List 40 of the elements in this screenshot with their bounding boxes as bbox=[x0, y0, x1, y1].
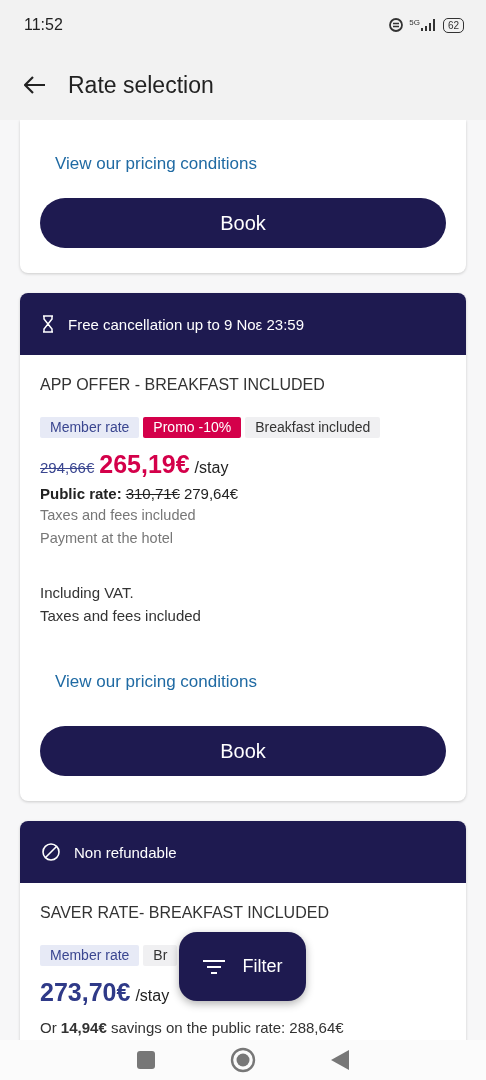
page-title: Rate selection bbox=[68, 71, 214, 99]
rate-title: SAVER RATE- BREAKFAST INCLUDED bbox=[40, 903, 330, 923]
price-unit: /stay bbox=[135, 986, 170, 1006]
prohibited-icon bbox=[42, 843, 60, 861]
banner-text: Free cancellation up to 9 Νοε 23:59 bbox=[68, 315, 304, 333]
banner-text: Non refundable bbox=[74, 843, 177, 861]
rate-tag: Member rate bbox=[40, 417, 140, 438]
rate-tag: Breakfast included bbox=[245, 417, 381, 438]
recents-icon[interactable] bbox=[137, 1051, 156, 1069]
rate-tag: Promo -10% bbox=[143, 417, 242, 438]
rate-tag: Member rate bbox=[40, 945, 140, 966]
book-button[interactable]: Book bbox=[40, 726, 446, 776]
price-unit: /stay bbox=[194, 458, 229, 478]
dnd-icon bbox=[389, 18, 404, 32]
filter-button[interactable]: Filter bbox=[179, 932, 306, 1001]
public-old-price: 310,71€ bbox=[125, 484, 180, 504]
pricing-conditions-link[interactable]: View our pricing conditions bbox=[55, 671, 257, 693]
vat-note: Including VAT. bbox=[40, 583, 135, 603]
savings-text: Or 14,94€ savings on the public rate: 288,64€ bbox=[40, 1018, 345, 1038]
back-arrow-icon[interactable] bbox=[24, 76, 46, 94]
status-time: 11:52 bbox=[24, 16, 63, 34]
hourglass-icon bbox=[42, 315, 54, 333]
rate-note: Payment at the hotel bbox=[40, 529, 174, 548]
network-type: 5G bbox=[409, 19, 420, 27]
signal-icon bbox=[420, 19, 437, 31]
price: 273,70€ bbox=[40, 977, 131, 1008]
old-price: 294,66€ bbox=[40, 458, 95, 478]
public-price: 279,64€ bbox=[183, 484, 239, 504]
rate-note: Taxes and fees included bbox=[40, 506, 197, 525]
rate-title: APP OFFER - BREAKFAST INCLUDED bbox=[40, 375, 326, 395]
filter-icon bbox=[202, 958, 225, 975]
price: 265,19€ bbox=[99, 449, 190, 480]
rate-tag: Br bbox=[143, 945, 178, 966]
public-rate-label: Public rate: bbox=[40, 484, 122, 504]
book-button[interactable]: Book bbox=[40, 198, 446, 248]
pricing-conditions-link[interactable]: View our pricing conditions bbox=[55, 153, 257, 175]
back-icon[interactable] bbox=[330, 1050, 349, 1070]
battery-level: 62 bbox=[442, 17, 464, 33]
home-icon[interactable] bbox=[230, 1047, 256, 1073]
vat-note: Taxes and fees included bbox=[40, 606, 202, 626]
